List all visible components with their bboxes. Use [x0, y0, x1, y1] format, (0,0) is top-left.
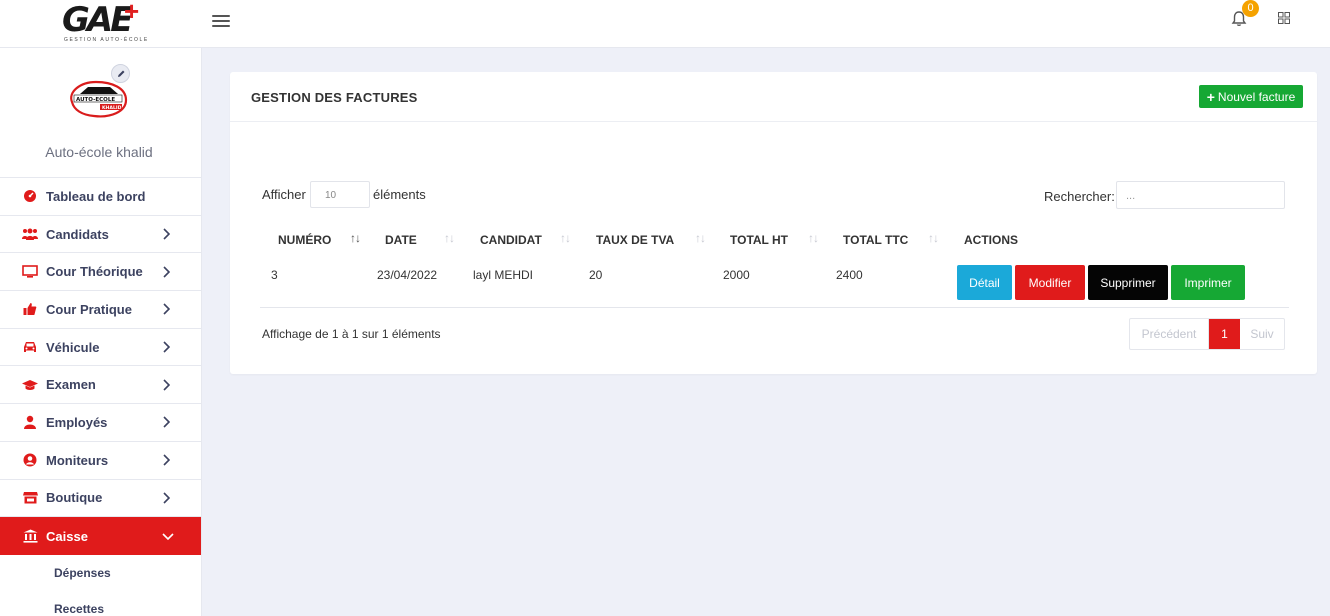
column-header-total-ttc[interactable]: TOTAL TTC — [843, 233, 908, 247]
chevron-right-icon — [163, 454, 170, 466]
chevron-right-icon — [163, 266, 170, 278]
school-profile: AUTO-ECOLE KHALID Auto-école khalid — [0, 48, 201, 178]
column-header-candidat[interactable]: CANDIDAT — [480, 233, 542, 247]
cell-tva: 20 — [589, 268, 603, 282]
invoices-card: GESTION DES FACTURES + Nouvel facture Af… — [230, 72, 1317, 374]
graduation-cap-icon — [22, 378, 38, 392]
plus-icon: + — [1206, 88, 1215, 105]
monitor-icon — [22, 265, 38, 279]
sidebar-item-label: Cour Pratique — [46, 301, 132, 317]
sort-icon[interactable]: ↑↓ — [808, 231, 819, 245]
sort-icon[interactable]: ↑↓ — [928, 231, 939, 245]
logo-plus: + — [124, 0, 140, 26]
column-header-tva[interactable]: TAUX DE TVA — [596, 233, 674, 247]
pagination-next[interactable]: Suiv — [1240, 319, 1284, 349]
sort-icon[interactable]: ↑↓ — [560, 231, 571, 245]
sort-icon[interactable]: ↑↓ — [695, 231, 706, 245]
app-logo[interactable]: GAE + GESTION AUTO-ÉCOLE — [60, 0, 149, 44]
svg-text:KHALID: KHALID — [102, 105, 122, 111]
edit-profile-button[interactable] — [111, 64, 130, 83]
print-button[interactable]: Imprimer — [1171, 265, 1245, 300]
sidebar-item-moniteurs[interactable]: Moniteurs — [0, 442, 201, 480]
user-circle-icon — [22, 453, 38, 467]
chevron-right-icon — [163, 341, 170, 353]
page-length-select[interactable]: 10 — [310, 181, 370, 208]
sidebar-item-label: Employés — [46, 414, 108, 430]
sidebar-item-vehicule[interactable]: Véhicule — [0, 329, 201, 367]
cell-numero: 3 — [271, 268, 278, 282]
cell-total-ht: 2000 — [723, 268, 750, 282]
sort-icon[interactable]: ↑↓ — [444, 231, 455, 245]
delete-button[interactable]: Supprimer — [1088, 265, 1168, 300]
school-logo: AUTO-ECOLE KHALID — [70, 80, 128, 118]
sidebar: AUTO-ECOLE KHALID Auto-école khalid Tabl… — [0, 48, 202, 616]
sidebar-item-label: Véhicule — [46, 339, 100, 355]
cell-candidat: layl MEHDI — [473, 268, 534, 282]
car-icon — [22, 340, 38, 354]
pagination-previous[interactable]: Précédent — [1130, 319, 1209, 349]
sidebar-item-boutique[interactable]: Boutique — [0, 480, 201, 518]
top-bar: GAE + GESTION AUTO-ÉCOLE 0 — [0, 0, 1330, 48]
detail-button[interactable]: Détail — [957, 265, 1012, 300]
sidebar-item-caisse[interactable]: Caisse — [0, 517, 201, 555]
chevron-right-icon — [163, 416, 170, 429]
sidebar-item-label: Boutique — [46, 490, 103, 506]
logo-text: GAE — [62, 0, 133, 40]
svg-text:AUTO-ECOLE: AUTO-ECOLE — [76, 97, 115, 103]
menu-toggle-icon[interactable] — [212, 12, 230, 30]
submenu-item-depenses[interactable]: Dépenses — [0, 555, 201, 591]
cell-total-ttc: 2400 — [836, 268, 863, 282]
sort-icon[interactable]: ↑↓ — [350, 231, 361, 245]
column-header-numero[interactable]: NUMÉRO — [278, 233, 331, 247]
column-header-actions: ACTIONS — [964, 233, 1018, 247]
sidebar-item-cour-pratique[interactable]: Cour Pratique — [0, 291, 201, 329]
users-icon — [22, 227, 38, 241]
school-name: Auto-école khalid — [45, 144, 153, 160]
table-info: Affichage de 1 à 1 sur 1 éléments — [262, 327, 441, 341]
user-icon — [22, 415, 38, 430]
page-title: GESTION DES FACTURES — [251, 90, 418, 105]
thumbs-up-icon — [22, 302, 38, 316]
column-header-total-ht[interactable]: TOTAL HT — [730, 233, 788, 247]
pagination-page-1[interactable]: 1 — [1209, 319, 1240, 349]
chevron-down-icon — [162, 533, 174, 541]
chevron-right-icon — [163, 303, 170, 315]
column-header-date[interactable]: DATE — [385, 233, 417, 247]
sidebar-item-examen[interactable]: Examen — [0, 366, 201, 405]
chevron-right-icon — [163, 379, 170, 391]
sidebar-item-label: Cour Théorique — [46, 264, 143, 280]
edit-button[interactable]: Modifier — [1015, 265, 1085, 300]
sidebar-item-label: Tableau de bord — [46, 188, 146, 204]
new-invoice-label: Nouvel facture — [1217, 89, 1296, 104]
sidebar-item-label: Candidats — [46, 226, 109, 242]
sidebar-item-employes[interactable]: Employés — [0, 404, 201, 442]
logo-tagline: GESTION AUTO-ÉCOLE — [64, 37, 149, 43]
table-divider — [260, 307, 1289, 308]
store-icon — [22, 491, 38, 505]
sidebar-item-label: Moniteurs — [46, 452, 109, 468]
sidebar-item-label: Examen — [46, 377, 96, 393]
new-invoice-button[interactable]: + Nouvel facture — [1199, 85, 1303, 108]
submenu-item-recettes[interactable]: Recettes — [0, 591, 201, 616]
sidebar-item-cour-theorique[interactable]: Cour Théorique — [0, 253, 201, 292]
notification-badge: 0 — [1242, 0, 1259, 17]
pagination: Précédent 1 Suiv — [1129, 318, 1285, 350]
apps-grid-icon[interactable] — [1278, 12, 1290, 24]
sidebar-item-tableau-de-bord[interactable]: Tableau de bord — [0, 178, 201, 216]
pencil-icon — [117, 70, 124, 77]
bank-icon — [22, 529, 38, 543]
show-label: Afficher — [262, 187, 306, 202]
search-input[interactable]: ... — [1116, 181, 1285, 209]
chevron-right-icon — [163, 228, 170, 240]
card-header: GESTION DES FACTURES + Nouvel facture — [230, 72, 1317, 122]
search-label: Rechercher: — [1044, 189, 1115, 204]
sidebar-item-label: Caisse — [46, 528, 88, 544]
sidebar-item-candidats[interactable]: Candidats — [0, 216, 201, 254]
chevron-right-icon — [163, 492, 170, 504]
cell-date: 23/04/2022 — [377, 268, 438, 282]
elements-label: éléments — [373, 187, 426, 202]
dashboard-icon — [22, 189, 38, 203]
